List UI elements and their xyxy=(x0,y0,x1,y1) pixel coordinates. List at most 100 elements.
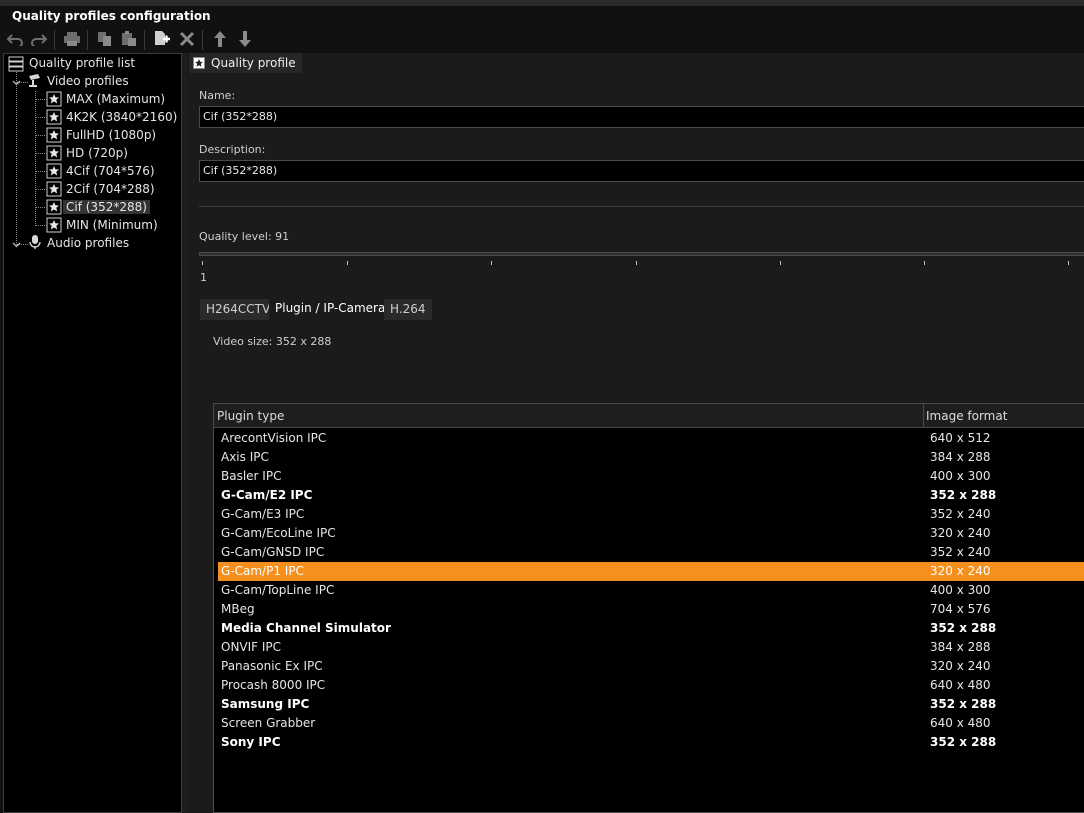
profile-detail-panel: Quality profile Name: Cif (352*288) Desc… xyxy=(187,53,1084,813)
tree-connector xyxy=(35,117,45,118)
table-row[interactable]: G-Cam/EcoLine IPC 320 x 240 xyxy=(218,524,1084,543)
slider-tick xyxy=(636,261,637,265)
table-row[interactable]: Media Channel Simulator 352 x 288 xyxy=(218,619,1084,638)
image-format-cell: 352 x 240 xyxy=(930,545,991,559)
tree-connector xyxy=(35,207,45,208)
table-row[interactable]: Screen Grabber 640 x 480 xyxy=(218,714,1084,733)
profile-icon xyxy=(46,91,62,107)
tree-item-video-profile[interactable]: FullHD (1080p) xyxy=(63,126,159,144)
window-title: Quality profiles configuration xyxy=(12,9,211,23)
tree-item-video-profile[interactable]: MAX (Maximum) xyxy=(63,90,168,108)
image-format-cell: 320 x 240 xyxy=(930,564,991,578)
tree-connector xyxy=(16,72,17,243)
tree-item-video-profile[interactable]: MIN (Minimum) xyxy=(63,216,161,234)
slider-tick xyxy=(780,261,781,265)
table-row[interactable]: G-Cam/E3 IPC 352 x 240 xyxy=(218,505,1084,524)
slider-tick xyxy=(1068,261,1069,265)
tree-connector xyxy=(35,99,45,100)
plugin-type-cell: ONVIF IPC xyxy=(221,640,282,654)
tree-item-video-profile[interactable]: 4K2K (3840*2160) xyxy=(63,108,180,126)
arrow-down-icon[interactable] xyxy=(234,27,256,51)
table-row[interactable]: ArecontVision IPC 640 x 512 xyxy=(218,429,1084,448)
profile-tree[interactable]: Quality profile list Video profiles MAX … xyxy=(3,53,182,813)
tree-node-audio-profiles[interactable]: Audio profiles xyxy=(44,234,132,252)
table-row[interactable]: G-Cam/TopLine IPC 400 x 300 xyxy=(218,581,1084,600)
image-format-cell: 400 x 300 xyxy=(930,583,991,597)
quality-level-slider[interactable] xyxy=(199,252,1084,256)
plugin-type-cell: MBeg xyxy=(221,602,255,616)
video-size-text: Video size: 352 x 288 xyxy=(213,335,332,348)
table-row[interactable]: Sony IPC 352 x 288 xyxy=(218,733,1084,752)
tree-item-video-profile[interactable]: Cif (352*288) xyxy=(63,198,150,216)
window-top-strip xyxy=(0,0,1084,6)
table-row[interactable]: G-Cam/GNSD IPC 352 x 240 xyxy=(218,543,1084,562)
plugin-type-cell: Media Channel Simulator xyxy=(221,621,391,635)
image-format-cell: 640 x 512 xyxy=(930,431,991,445)
description-input[interactable]: Cif (352*288) xyxy=(199,160,1084,182)
tree-connector xyxy=(35,171,45,172)
table-row[interactable]: Panasonic Ex IPC 320 x 240 xyxy=(218,657,1084,676)
plugin-type-cell: G-Cam/P1 IPC xyxy=(221,564,304,578)
image-format-cell: 704 x 576 xyxy=(930,602,991,616)
toolbar-separator xyxy=(87,30,88,50)
table-row[interactable]: Basler IPC 400 x 300 xyxy=(218,467,1084,486)
table-row[interactable]: ONVIF IPC 384 x 288 xyxy=(218,638,1084,657)
plugin-type-cell: G-Cam/TopLine IPC xyxy=(221,583,335,597)
table-row[interactable]: Samsung IPC 352 x 288 xyxy=(218,695,1084,714)
copy-icon[interactable] xyxy=(94,27,116,51)
profile-icon xyxy=(193,57,205,69)
image-format-cell: 352 x 288 xyxy=(930,621,997,635)
print-icon[interactable] xyxy=(61,27,83,51)
list-icon xyxy=(8,56,24,72)
name-label: Name: xyxy=(199,89,236,102)
slider-tick xyxy=(924,261,925,265)
slider-tick xyxy=(347,261,348,265)
tab-quality-profile[interactable]: Quality profile xyxy=(189,53,302,73)
paste-icon[interactable] xyxy=(118,27,140,51)
table-row[interactable]: Axis IPC 384 x 288 xyxy=(218,448,1084,467)
redo-icon[interactable] xyxy=(28,27,50,51)
divider xyxy=(199,206,1084,207)
table-row[interactable]: G-Cam/P1 IPC 320 x 240 xyxy=(218,562,1084,581)
profile-icon xyxy=(46,181,62,197)
table-row[interactable]: Procash 8000 IPC 640 x 480 xyxy=(218,676,1084,695)
table-row[interactable]: MBeg 704 x 576 xyxy=(218,600,1084,619)
toolbar-separator xyxy=(144,30,145,50)
toolbar xyxy=(0,27,270,53)
column-header-image-format[interactable]: Image format xyxy=(923,404,1007,428)
toolbar-separator xyxy=(54,30,55,50)
add-document-icon[interactable] xyxy=(151,27,173,51)
plugin-table[interactable]: Plugin type Image format ArecontVision I… xyxy=(213,403,1084,813)
tree-node-video-profiles[interactable]: Video profiles xyxy=(44,72,132,90)
profile-icon xyxy=(46,163,62,179)
slider-tick xyxy=(491,261,492,265)
tree-item-video-profile[interactable]: 4Cif (704*576) xyxy=(63,162,158,180)
arrow-up-icon[interactable] xyxy=(209,27,231,51)
profile-icon xyxy=(46,127,62,143)
image-format-cell: 320 x 240 xyxy=(930,526,991,540)
image-format-cell: 352 x 288 xyxy=(930,697,997,711)
tree-item-video-profile[interactable]: HD (720p) xyxy=(63,144,131,162)
table-row[interactable]: G-Cam/E2 IPC 352 x 288 xyxy=(218,486,1084,505)
subtab-h264[interactable]: H.264 xyxy=(384,299,432,320)
subtab-h264cctv[interactable]: H264CCTV xyxy=(200,299,277,320)
tree-item-video-profile[interactable]: 2Cif (704*288) xyxy=(63,180,158,198)
column-header-plugin-type[interactable]: Plugin type xyxy=(214,404,284,428)
microphone-icon xyxy=(29,235,41,249)
collapse-icon[interactable] xyxy=(12,240,21,249)
delete-icon[interactable] xyxy=(176,27,198,51)
plugin-type-cell: Samsung IPC xyxy=(221,697,310,711)
plugin-type-cell: G-Cam/E2 IPC xyxy=(221,488,313,502)
profile-icon xyxy=(46,109,62,125)
image-format-cell: 352 x 240 xyxy=(930,507,991,521)
profile-icon xyxy=(46,199,62,215)
undo-icon[interactable] xyxy=(4,27,26,51)
name-input[interactable]: Cif (352*288) xyxy=(199,106,1084,128)
collapse-icon[interactable] xyxy=(12,78,21,87)
plugin-type-cell: Sony IPC xyxy=(221,735,281,749)
plugin-type-cell: G-Cam/EcoLine IPC xyxy=(221,526,336,540)
toolbar-separator xyxy=(202,30,203,50)
image-format-cell: 352 x 288 xyxy=(930,488,997,502)
tree-root-quality-profile-list[interactable]: Quality profile list xyxy=(26,54,138,72)
subtab-plugin-ip-camera[interactable]: Plugin / IP-Camera xyxy=(269,297,392,320)
